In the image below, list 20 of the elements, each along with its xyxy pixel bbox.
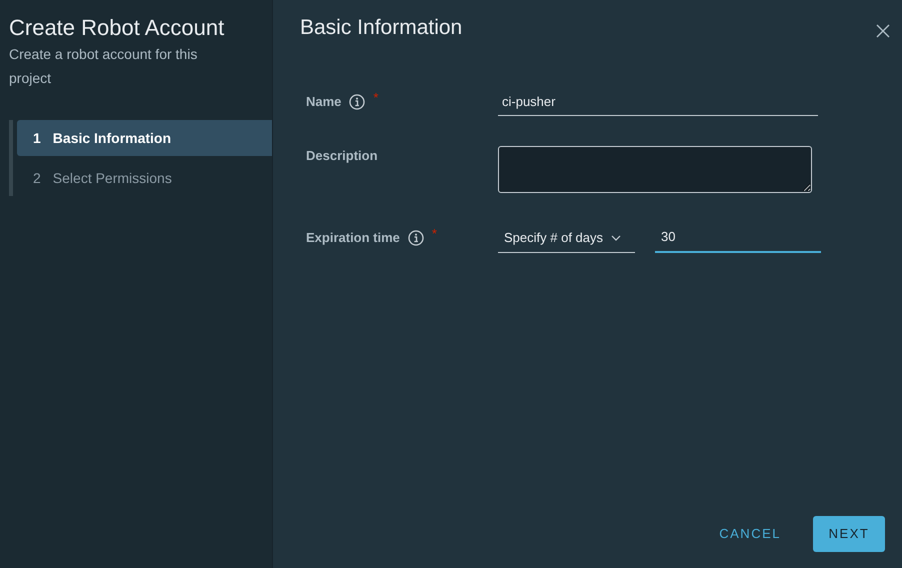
- chevron-down-icon: [611, 234, 621, 241]
- description-field[interactable]: [498, 146, 812, 193]
- page-title: Basic Information: [300, 15, 462, 41]
- close-icon[interactable]: [876, 24, 890, 38]
- field-label: Expiration time: [306, 229, 400, 247]
- field-label: Name: [306, 93, 342, 111]
- info-icon[interactable]: [349, 94, 366, 110]
- cancel-button[interactable]: CANCEL: [707, 516, 793, 552]
- step-item[interactable]: 1 Basic Information: [17, 120, 272, 156]
- info-icon[interactable]: [408, 230, 424, 246]
- sidebar-subtitle: Create a robot account for this project: [9, 45, 198, 88]
- required-mark: *: [432, 225, 437, 243]
- next-button[interactable]: NEXT: [813, 516, 885, 552]
- field-label: Description: [306, 147, 378, 165]
- step-item[interactable]: 2 Select Permissions: [17, 160, 272, 196]
- expiration-select[interactable]: Specify # of days: [498, 224, 635, 252]
- required-mark: *: [373, 89, 378, 107]
- sidebar-title: Create Robot Account: [9, 14, 226, 42]
- days-field[interactable]: 30: [655, 223, 821, 252]
- name-field[interactable]: ci-pusher: [498, 88, 818, 116]
